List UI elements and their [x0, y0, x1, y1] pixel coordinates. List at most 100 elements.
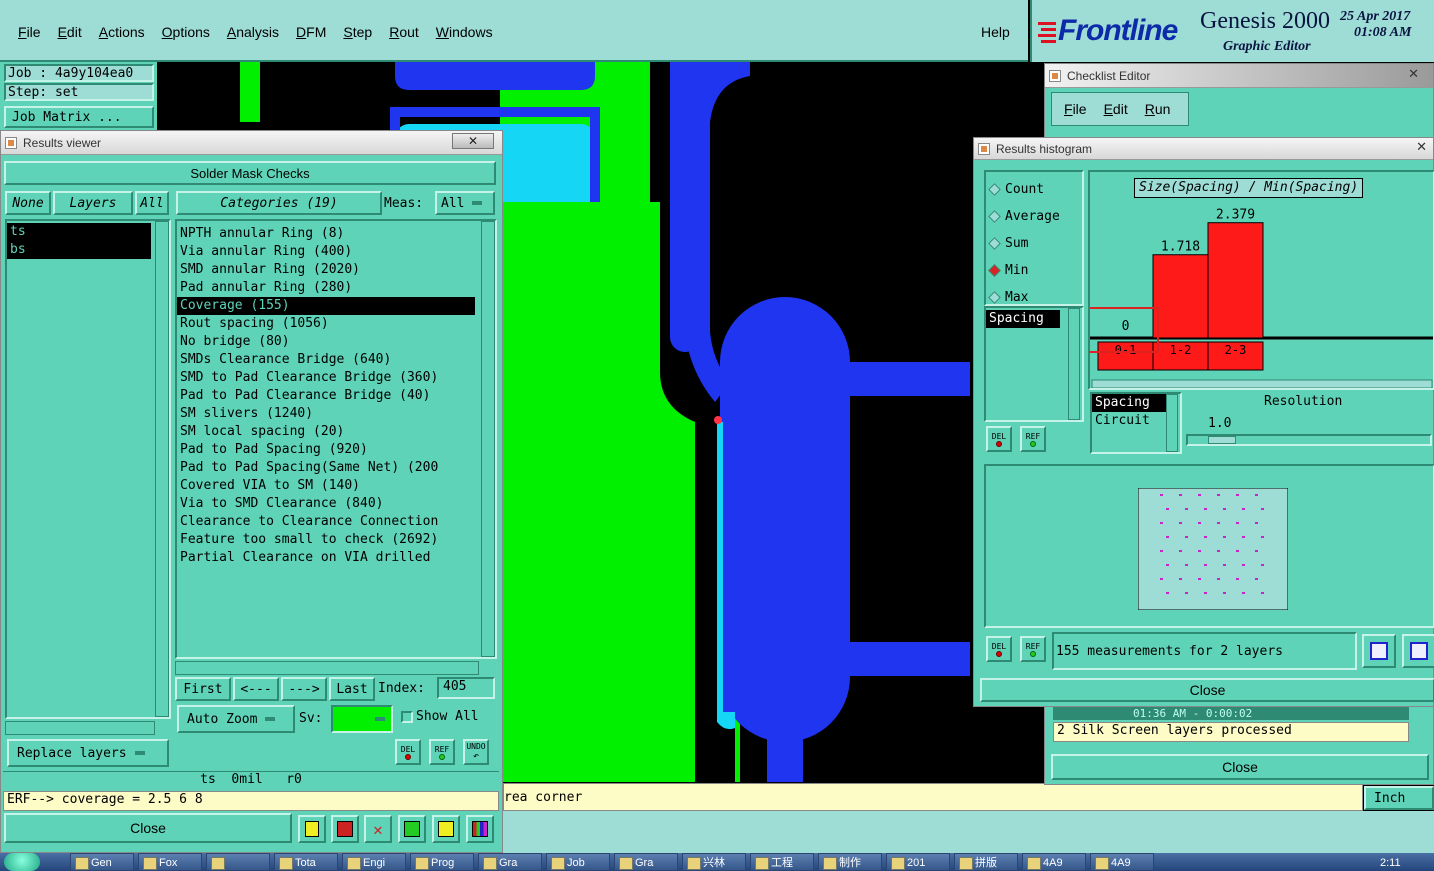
menu-rout[interactable]: Rout	[389, 24, 419, 40]
taskbar-item[interactable]: Engi	[342, 853, 406, 871]
results-viewer-titlebar[interactable]: Results viewer ✕	[1, 131, 502, 155]
next-button[interactable]: --->	[281, 677, 327, 701]
histogram-close-button[interactable]: Close	[980, 678, 1434, 702]
preview-ref-button[interactable]: REF	[1020, 636, 1046, 662]
groupby-scrollbar[interactable]	[1166, 394, 1178, 452]
category-item[interactable]: No bridge (80)	[177, 333, 475, 351]
stat-option-min[interactable]: Min	[986, 257, 1082, 284]
stat-option-average[interactable]: Average	[986, 203, 1082, 230]
checklist-editor-titlebar[interactable]: Checklist Editor ✕	[1045, 64, 1433, 88]
window-close-icon[interactable]: ✕	[1416, 139, 1427, 155]
layer-list-scrollbar[interactable]	[155, 221, 169, 717]
groupby-list[interactable]: Spacing Circuit	[1090, 392, 1182, 454]
groupby-item[interactable]: Spacing	[1092, 394, 1166, 412]
category-item[interactable]: Via annular Ring (400)	[177, 243, 475, 261]
menu-windows[interactable]: Windows	[436, 24, 493, 40]
menu-actions[interactable]: Actions	[99, 24, 145, 40]
checklist-close-button[interactable]: Close	[1051, 754, 1429, 780]
units-select[interactable]: Inch	[1364, 786, 1434, 810]
category-item[interactable]: Pad to Pad Spacing (920)	[177, 441, 475, 459]
preview-del-button[interactable]: DEL	[986, 636, 1012, 662]
hist-del-button[interactable]: DEL	[986, 426, 1012, 452]
del-button[interactable]: DEL	[395, 739, 421, 765]
checklist-menu-file[interactable]: File	[1064, 101, 1087, 117]
ref-button[interactable]: REF	[429, 739, 455, 765]
layers-button[interactable]: Layers	[53, 191, 133, 215]
field-item[interactable]: Spacing	[986, 310, 1060, 328]
field-list[interactable]: Spacing	[984, 306, 1084, 422]
category-item[interactable]: SM slivers (1240)	[177, 405, 475, 423]
undo-button[interactable]: UNDO ↶	[463, 739, 489, 765]
stat-option-count[interactable]: Count	[986, 176, 1082, 203]
taskbar-item[interactable]: 工程	[750, 853, 814, 871]
first-button[interactable]: First	[175, 677, 231, 701]
preview-map[interactable]	[1138, 488, 1288, 610]
category-item[interactable]: SM local spacing (20)	[177, 423, 475, 441]
results-viewer-close-button[interactable]: Close	[4, 813, 292, 843]
tool-icon-3[interactable]: ✕	[364, 815, 392, 843]
category-item[interactable]: NPTH annular Ring (8)	[177, 225, 475, 243]
window-close-icon[interactable]: ✕	[452, 133, 494, 149]
category-item[interactable]: Via to SMD Clearance (840)	[177, 495, 475, 513]
taskbar-item[interactable]: 201	[886, 853, 950, 871]
resolution-slider[interactable]	[1186, 434, 1432, 446]
sv-color-select[interactable]	[331, 705, 393, 733]
menu-analysis[interactable]: Analysis	[227, 24, 279, 40]
category-list[interactable]: NPTH annular Ring (8) Via annular Ring (4…	[175, 219, 497, 659]
taskbar-item[interactable]	[206, 853, 270, 871]
resolution-slider-thumb[interactable]	[1208, 436, 1236, 444]
categories-button[interactable]: Categories (19)	[176, 191, 382, 215]
taskbar-item[interactable]: 4A9	[1022, 853, 1086, 871]
menu-dfm[interactable]: DFM	[296, 24, 326, 40]
window-close-icon[interactable]: ✕	[1408, 66, 1419, 82]
category-item[interactable]: Partial Clearance on VIA drilled	[177, 549, 475, 567]
index-input[interactable]: 405	[437, 677, 495, 699]
start-button[interactable]	[4, 853, 40, 871]
taskbar-item[interactable]: Prog	[410, 853, 474, 871]
job-matrix-button[interactable]: Job Matrix ...	[4, 106, 154, 128]
menu-edit[interactable]: Edit	[58, 24, 82, 40]
tool-icon-1[interactable]	[298, 815, 326, 843]
menu-help[interactable]: Help	[981, 24, 1010, 40]
histogram-hscrollbar[interactable]	[1091, 379, 1433, 388]
groupby-item[interactable]: Circuit	[1092, 412, 1166, 430]
category-item[interactable]: Clearance to Clearance Connection	[177, 513, 475, 531]
tool-icon-2[interactable]	[331, 815, 359, 843]
category-item[interactable]: SMD to Pad Clearance Bridge (360)	[177, 369, 475, 387]
category-item[interactable]: Feature too small to check (2692)	[177, 531, 475, 549]
tool-icon-4[interactable]	[398, 815, 426, 843]
category-hscrollbar[interactable]	[175, 661, 479, 675]
layer-item[interactable]: bs	[7, 241, 151, 259]
menu-file[interactable]: File	[18, 24, 41, 40]
histogram-titlebar[interactable]: Results histogram ✕	[974, 138, 1433, 160]
last-button[interactable]: Last	[329, 677, 375, 701]
checklist-menu-edit[interactable]: Edit	[1104, 101, 1128, 117]
layers-none-button[interactable]: None	[5, 191, 51, 215]
replace-layers-button[interactable]: Replace layers	[7, 739, 169, 767]
tool-icon-6[interactable]	[466, 815, 494, 843]
taskbar-item[interactable]: Tota	[274, 853, 338, 871]
layer-list[interactable]: ts bs	[5, 219, 171, 719]
auto-zoom-select[interactable]: Auto Zoom	[177, 705, 295, 733]
prev-button[interactable]: <---	[233, 677, 279, 701]
category-item[interactable]: Coverage (155)	[177, 297, 475, 315]
histogram-bar[interactable]	[1207, 222, 1264, 339]
tool-icon-5[interactable]	[432, 815, 460, 843]
show-all-checkbox[interactable]	[401, 711, 413, 723]
category-item[interactable]: Pad annular Ring (280)	[177, 279, 475, 297]
taskbar-item[interactable]: 兴林	[682, 853, 746, 871]
taskbar-item[interactable]: 制作	[818, 853, 882, 871]
category-list-scrollbar[interactable]	[481, 221, 495, 657]
category-item[interactable]: Pad to Pad Spacing(Same Net) (200	[177, 459, 475, 477]
checklist-menu-run[interactable]: Run	[1145, 101, 1171, 117]
field-list-scrollbar[interactable]	[1068, 308, 1080, 420]
taskbar-item[interactable]: 4A9	[1090, 853, 1154, 871]
category-item[interactable]: SMDs Clearance Bridge (640)	[177, 351, 475, 369]
meas-select[interactable]: All	[435, 191, 495, 215]
category-item[interactable]: Covered VIA to SM (140)	[177, 477, 475, 495]
histogram-bar[interactable]	[1152, 254, 1209, 339]
category-item[interactable]: SMD annular Ring (2020)	[177, 261, 475, 279]
export-icon-button-1[interactable]	[1362, 634, 1396, 668]
category-item[interactable]: Rout spacing (1056)	[177, 315, 475, 333]
layer-hscrollbar[interactable]	[5, 721, 155, 735]
